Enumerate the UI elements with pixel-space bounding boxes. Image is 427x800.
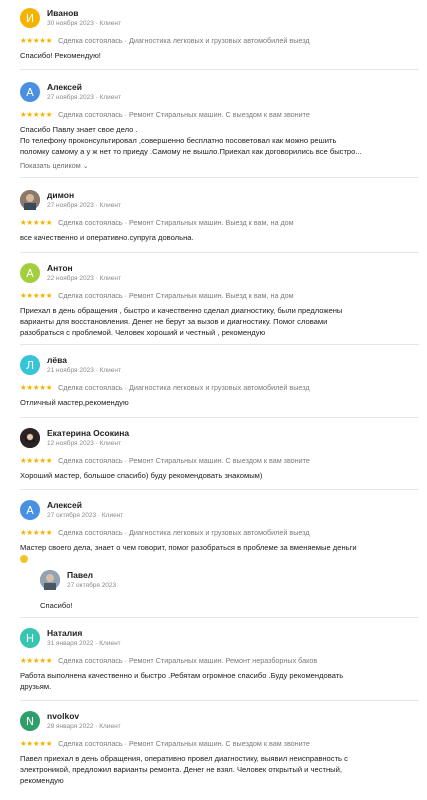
review-date: 29 января 2022 · Клиент <box>47 723 121 730</box>
avatar[interactable]: А <box>20 82 40 102</box>
divider <box>20 344 419 345</box>
review-date: 31 января 2022 · Клиент <box>47 640 121 647</box>
review-card: Н Наталия 31 января 2022 · Клиент ★★★★★ С… <box>20 628 419 698</box>
review-meta: ★★★★★ Сделка состоялась · Ремонт Стиральн… <box>20 456 310 465</box>
review-meta: ★★★★★ Сделка состоялась · Диагностика лег… <box>20 36 310 45</box>
divider <box>20 252 419 253</box>
review-date: 27 ноября 2023 · Клиент <box>47 94 121 101</box>
review-text: Приехал в день обращения , быстро и каче… <box>20 306 343 337</box>
reviewer-name[interactable]: Алексей <box>47 82 82 92</box>
review-text: Отличный мастер,рекомендую <box>20 398 129 407</box>
review-card: А Антон 22 ноября 2023 · Клиент ★★★★★ Сде… <box>20 263 419 343</box>
divider <box>20 489 419 490</box>
avatar[interactable]: И <box>20 8 40 28</box>
divider <box>20 417 419 418</box>
user-photo-icon <box>20 190 40 210</box>
emoji-heart-icon <box>20 555 28 563</box>
seller-reply: Павел 27 октября 2023 Спасибо! <box>40 570 340 615</box>
reply-date: 27 октября 2023 <box>67 582 117 589</box>
review-date: 12 ноября 2023 · Клиент <box>47 440 121 447</box>
reviewer-name[interactable]: nvolkov <box>47 711 79 721</box>
review-text: Работа выполнена качественно и быстро .Р… <box>20 671 344 691</box>
reviewer-name[interactable]: Иванов <box>47 8 79 18</box>
seller-photo-icon <box>40 570 60 590</box>
avatar[interactable]: Н <box>20 628 40 648</box>
avatar[interactable]: А <box>20 500 40 520</box>
rating-stars: ★★★★★ <box>20 36 53 45</box>
rating-stars: ★★★★★ <box>20 218 53 227</box>
reviewer-name[interactable]: Алексей <box>47 500 82 510</box>
review-date: 21 ноября 2023 · Клиент <box>47 367 121 374</box>
review-meta: ★★★★★ Сделка состоялась · Ремонт Стиральн… <box>20 656 318 665</box>
reply-text: Спасибо! <box>40 601 73 610</box>
reply-author: Павел <box>67 570 94 580</box>
divider <box>20 617 419 618</box>
review-card: Л лёва 21 ноября 2023 · Клиент ★★★★★ Сдел… <box>20 355 419 415</box>
rating-stars: ★★★★★ <box>20 739 53 748</box>
reviewer-name[interactable]: димон <box>47 190 74 200</box>
review-meta: ★★★★★ Сделка состоялась · Ремонт Стиральн… <box>20 739 310 748</box>
review-text: Спасибо! Рекомендую! <box>20 51 101 60</box>
rating-stars: ★★★★★ <box>20 528 53 537</box>
review-date: 30 ноября 2023 · Клиент <box>47 20 121 27</box>
rating-stars: ★★★★★ <box>20 656 53 665</box>
review-meta: ★★★★★ Сделка состоялась · Ремонт Стиральн… <box>20 291 294 300</box>
avatar[interactable]: А <box>20 263 40 283</box>
avatar[interactable]: Л <box>20 355 40 375</box>
review-meta: ★★★★★ Сделка состоялась · Ремонт Стиральн… <box>20 110 310 119</box>
reviewer-name[interactable]: лёва <box>47 355 67 365</box>
review-text: Спасибо Павлу знает свое дело . По телеф… <box>20 125 362 156</box>
divider <box>20 69 419 70</box>
rating-stars: ★★★★★ <box>20 383 53 392</box>
rating-stars: ★★★★★ <box>20 291 53 300</box>
review-card: А Алексей 27 ноября 2023 · Клиент ★★★★★ С… <box>20 82 419 174</box>
review-card: А Алексей 27 октября 2023 · Клиент ★★★★★… <box>20 500 419 615</box>
divider <box>20 177 419 178</box>
show-more-link[interactable]: Показать целиком ⌄ <box>20 161 89 170</box>
chevron-down-icon: ⌄ <box>82 161 89 170</box>
user-photo-icon <box>20 428 40 448</box>
review-date: 27 ноября 2023 · Клиент <box>47 202 121 209</box>
review-card: N nvolkov 29 января 2022 · Клиент ★★★★★ С… <box>20 711 419 796</box>
avatar[interactable] <box>20 190 40 210</box>
avatar[interactable] <box>20 428 40 448</box>
review-meta: ★★★★★ Сделка состоялась · Ремонт Стиральн… <box>20 218 294 227</box>
review-card: И Иванов 30 ноября 2023 · Клиент ★★★★★ Сд… <box>20 8 419 68</box>
reviewer-name[interactable]: Наталия <box>47 628 82 638</box>
review-text: Павел приехал в день обращения, оператив… <box>20 754 348 785</box>
review-meta: ★★★★★ Сделка состоялась · Диагностика лег… <box>20 528 310 537</box>
review-card: Екатерина Осокина 12 ноября 2023 · Клиен… <box>20 428 419 488</box>
review-card: димон 27 ноября 2023 · Клиент ★★★★★ Сделк… <box>20 190 419 250</box>
avatar[interactable]: N <box>20 711 40 731</box>
review-date: 27 октября 2023 · Клиент <box>47 512 124 519</box>
review-text: Мастер своего дела, знает о чем говорит,… <box>20 542 419 564</box>
avatar <box>40 570 60 590</box>
reviewer-name[interactable]: Екатерина Осокина <box>47 428 129 438</box>
review-meta: ★★★★★ Сделка состоялась · Диагностика лег… <box>20 383 310 392</box>
review-text: Хороший мастер, большое спасибо) буду ре… <box>20 471 263 480</box>
divider <box>20 700 419 701</box>
rating-stars: ★★★★★ <box>20 456 53 465</box>
review-text: все качественно и оперативно.супруга дов… <box>20 233 194 242</box>
rating-stars: ★★★★★ <box>20 110 53 119</box>
review-date: 22 ноября 2023 · Клиент <box>47 275 121 282</box>
reviewer-name[interactable]: Антон <box>47 263 73 273</box>
